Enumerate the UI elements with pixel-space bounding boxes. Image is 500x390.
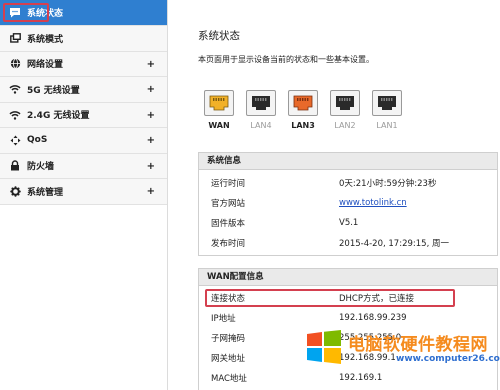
row-value: 2015-4-20, 17:29:15, 周一 bbox=[339, 239, 449, 249]
row-value: V5.1 bbox=[339, 218, 359, 228]
port-lan3: LAN3 bbox=[282, 90, 324, 130]
windows-icon bbox=[8, 31, 22, 45]
ethernet-port-icon bbox=[330, 90, 360, 116]
sidebar-item-network-settings[interactable]: 网络设置 + bbox=[0, 51, 167, 77]
gear-icon bbox=[8, 184, 22, 198]
ethernet-port-icon bbox=[288, 90, 318, 116]
panel-title: WAN配置信息 bbox=[199, 269, 497, 286]
ethernet-port-icon bbox=[246, 90, 276, 116]
system-info-panel: 系统信息 运行时间 0天:21小时:59分钟:23秒 官方网站 www.toto… bbox=[198, 152, 498, 256]
ethernet-port-icon bbox=[372, 90, 402, 116]
official-site-link[interactable]: www.totolink.cn bbox=[339, 198, 497, 208]
expand-icon[interactable]: + bbox=[147, 186, 155, 197]
port-wan: WAN bbox=[198, 90, 240, 130]
watermark-url: www.computer26.com bbox=[396, 354, 500, 364]
panel-title: 系统信息 bbox=[199, 153, 497, 170]
table-row: 官方网站 www.totolink.cn bbox=[199, 193, 497, 213]
qos-icon bbox=[8, 133, 22, 147]
sidebar-item-system-status[interactable]: 系统状态 bbox=[0, 0, 167, 26]
expand-icon[interactable]: + bbox=[147, 110, 155, 121]
connection-status-highlight bbox=[205, 289, 455, 307]
windows-logo-icon bbox=[306, 330, 342, 367]
sidebar-item-qos[interactable]: QoS + bbox=[0, 128, 167, 154]
row-key: 固件版本 bbox=[211, 219, 246, 229]
globe-icon bbox=[8, 57, 22, 71]
row-key: 运行时间 bbox=[211, 179, 246, 189]
sidebar-item-label: 系统模式 bbox=[27, 34, 64, 45]
port-label: LAN4 bbox=[250, 121, 272, 130]
sidebar-item-system-mode[interactable]: 系统模式 bbox=[0, 26, 167, 52]
expand-icon[interactable]: + bbox=[147, 135, 155, 146]
port-label: WAN bbox=[208, 121, 230, 130]
sidebar-item-system-management[interactable]: 系统管理 + bbox=[0, 179, 167, 205]
sidebar-item-5g-wireless[interactable]: 5G 无线设置 + bbox=[0, 77, 167, 103]
port-status-group: WAN LAN4 LAN3 LAN2 LAN1 bbox=[198, 90, 408, 130]
wifi-icon bbox=[8, 108, 22, 122]
active-item-highlight bbox=[3, 3, 49, 22]
page-title: 系统状态 bbox=[198, 30, 240, 42]
watermark-title: 电脑软硬件教程网 bbox=[348, 335, 488, 355]
table-row: 运行时间 0天:21小时:59分钟:23秒 bbox=[199, 173, 497, 193]
sidebar-item-firewall[interactable]: 防火墙 + bbox=[0, 153, 167, 179]
sidebar-item-label: 2.4G 无线设置 bbox=[27, 111, 90, 122]
sidebar-item-label: 5G 无线设置 bbox=[27, 85, 80, 96]
table-row: 固件版本 V5.1 bbox=[199, 213, 497, 233]
wifi-icon bbox=[8, 82, 22, 96]
row-key: 官方网站 bbox=[211, 199, 246, 209]
expand-icon[interactable]: + bbox=[147, 59, 155, 70]
sidebar-item-24g-wireless[interactable]: 2.4G 无线设置 + bbox=[0, 102, 167, 128]
row-value: 0天:21小时:59分钟:23秒 bbox=[339, 179, 437, 189]
port-lan2: LAN2 bbox=[324, 90, 366, 130]
port-label: LAN3 bbox=[291, 121, 315, 130]
expand-icon[interactable]: + bbox=[147, 161, 155, 172]
port-lan1: LAN1 bbox=[366, 90, 408, 130]
row-key: 发布时间 bbox=[211, 239, 246, 249]
sidebar: 系统状态 系统模式 网络设置 + 5G 无线设置 + 2.4G 无线设置 + Q… bbox=[0, 0, 168, 390]
sidebar-item-label: 防火墙 bbox=[27, 162, 55, 173]
sidebar-item-label: QoS bbox=[27, 135, 48, 146]
port-lan4: LAN4 bbox=[240, 90, 282, 130]
port-label: LAN2 bbox=[334, 121, 356, 130]
sidebar-item-label: 网络设置 bbox=[27, 60, 64, 71]
table-row: 发布时间 2015-4-20, 17:29:15, 周一 bbox=[199, 233, 497, 253]
expand-icon[interactable]: + bbox=[147, 84, 155, 95]
port-label: LAN1 bbox=[376, 121, 398, 130]
lock-icon bbox=[8, 159, 22, 173]
ethernet-port-icon bbox=[204, 90, 234, 116]
watermark: 电脑软硬件教程网 www.computer26.com bbox=[300, 322, 500, 384]
sidebar-item-label: 系统管理 bbox=[27, 187, 64, 198]
page-description: 本页面用于显示设备当前的状态和一些基本设置。 bbox=[198, 55, 374, 64]
